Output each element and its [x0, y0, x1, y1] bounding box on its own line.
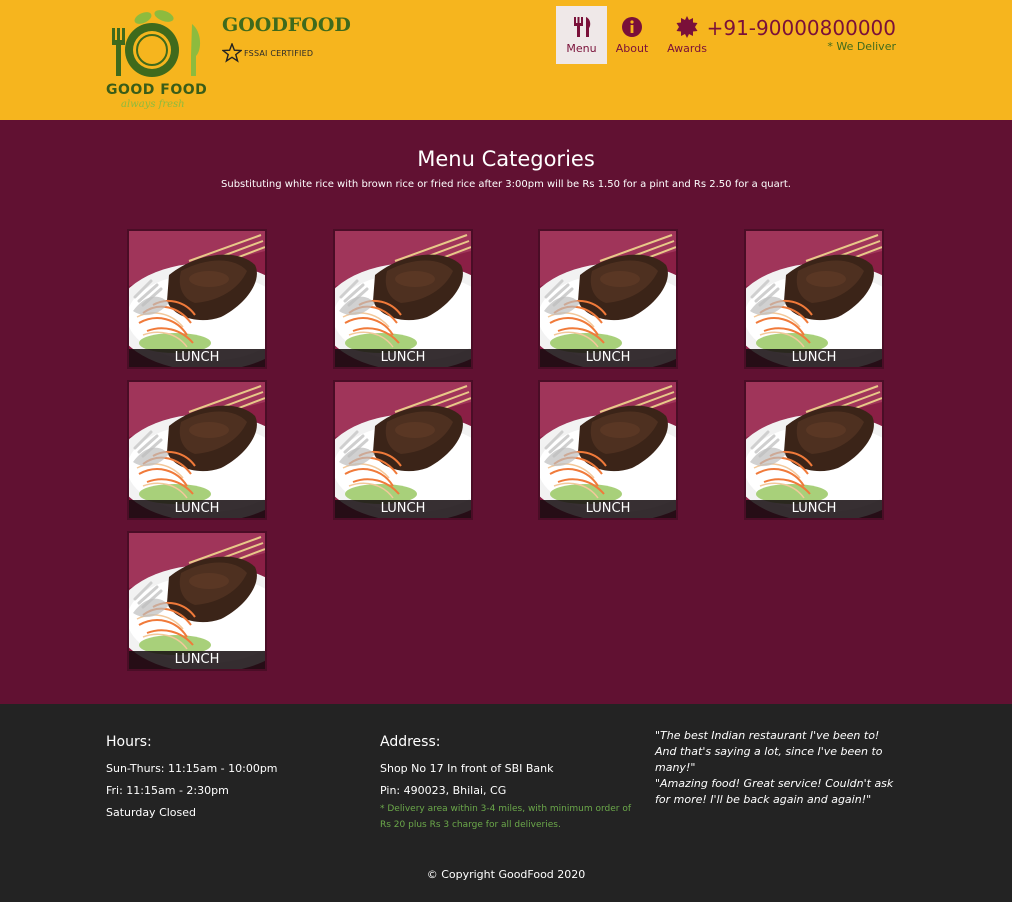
- food-image: [540, 382, 676, 518]
- hours-line: Saturday Closed: [106, 806, 197, 819]
- category-card-lunch[interactable]: LUNCH: [333, 229, 473, 369]
- category-card-lunch[interactable]: LUNCH: [538, 380, 678, 520]
- nav-label-about: About: [615, 42, 649, 55]
- testimonial-quote: "The best Indian restaurant I've been to…: [655, 729, 883, 774]
- address-heading: Address:: [380, 734, 441, 750]
- category-card-lunch[interactable]: LUNCH: [333, 380, 473, 520]
- logo-tagline: always fresh: [121, 99, 185, 110]
- logo-text: GOOD FOOD: [106, 82, 208, 98]
- category-card-lunch[interactable]: LUNCH: [744, 229, 884, 369]
- category-label: LUNCH: [540, 349, 676, 367]
- site-footer: Hours: Sun-Thurs: 11:15am - 10:00pm Fri:…: [0, 704, 1012, 902]
- nav-item-menu[interactable]: Menu: [556, 6, 607, 64]
- copyright: © Copyright GoodFood 2020: [426, 868, 586, 881]
- menu-section: Menu Categories Substituting white rice …: [0, 120, 1012, 704]
- category-label: LUNCH: [129, 500, 265, 518]
- page-title: Menu Categories: [417, 147, 595, 171]
- delivery-area-note: * Delivery area within 3-4 miles, with m…: [380, 804, 632, 830]
- category-card-lunch[interactable]: LUNCH: [744, 380, 884, 520]
- main-nav: Menu About Awards: [556, 6, 717, 64]
- brand-name[interactable]: GOODFOOD: [222, 14, 351, 36]
- phone-number[interactable]: +91-90000800000: [707, 16, 896, 40]
- address-line: Pin: 490023, Bhilai, CG: [380, 784, 507, 797]
- category-label: LUNCH: [129, 349, 265, 367]
- testimonial-quote: "Amazing food! Great service! Couldn't a…: [655, 777, 894, 806]
- food-image: [335, 382, 471, 518]
- certification-text: FSSAI CERTIFIED: [244, 48, 314, 58]
- category-label: LUNCH: [746, 349, 882, 367]
- address-line: Shop No 17 In front of SBI Bank: [380, 762, 554, 775]
- food-image: [746, 382, 882, 518]
- hours-line: Fri: 11:15am - 2:30pm: [106, 784, 229, 797]
- category-label: LUNCH: [335, 349, 471, 367]
- nav-label-menu: Menu: [566, 42, 597, 55]
- category-card-lunch[interactable]: LUNCH: [127, 531, 267, 671]
- hours-line: Sun-Thurs: 11:15am - 10:00pm: [106, 762, 278, 775]
- food-image: [129, 533, 265, 669]
- delivery-note: * We Deliver: [827, 40, 896, 53]
- fork-knife-icon: [573, 17, 590, 37]
- category-label: LUNCH: [335, 500, 471, 518]
- category-label: LUNCH: [129, 651, 265, 669]
- page-subtitle: Substituting white rice with brown rice …: [221, 179, 791, 190]
- food-image: [129, 382, 265, 518]
- site-header: GOOD FOOD always fresh GOODFOOD FSSAI CE…: [0, 0, 1012, 120]
- category-label: LUNCH: [540, 500, 676, 518]
- award-badge-icon: [676, 16, 698, 38]
- category-card-lunch[interactable]: LUNCH: [127, 229, 267, 369]
- category-label: LUNCH: [746, 500, 882, 518]
- star-outline-icon: [222, 43, 242, 63]
- certification-badge: FSSAI CERTIFIED: [222, 43, 313, 63]
- food-image: [746, 231, 882, 367]
- food-image: [540, 231, 676, 367]
- nav-label-awards: Awards: [667, 42, 707, 55]
- info-circle-icon: [622, 17, 642, 37]
- nav-item-about[interactable]: About: [607, 6, 657, 64]
- category-card-lunch[interactable]: LUNCH: [127, 380, 267, 520]
- category-card-lunch[interactable]: LUNCH: [538, 229, 678, 369]
- food-image: [129, 231, 265, 367]
- food-image: [335, 231, 471, 367]
- hours-heading: Hours:: [106, 734, 152, 750]
